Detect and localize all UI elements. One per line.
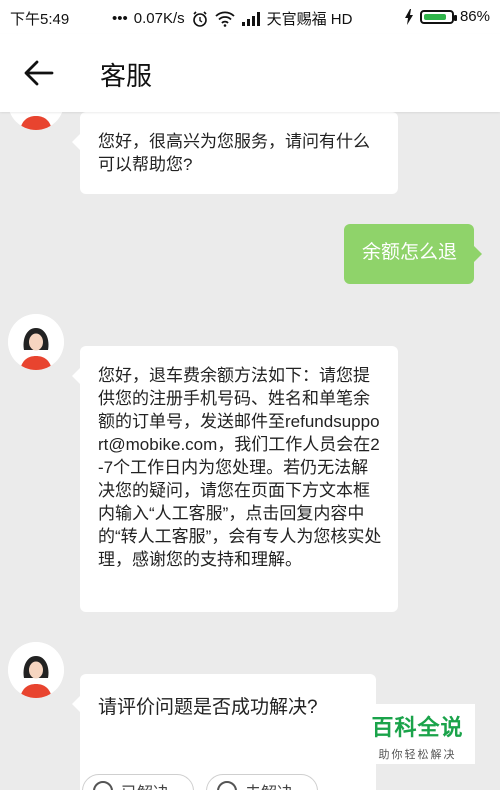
agent-message-text: 您好，退车费余额方法如下：请您提供您的注册手机号码、姓名和单笔余额的订单号，发送… bbox=[98, 366, 382, 569]
battery-percent: 86% bbox=[459, 8, 490, 25]
alarm-clock-icon bbox=[192, 10, 207, 27]
app-bar: 客服 bbox=[0, 34, 500, 112]
battery-level-fill bbox=[423, 13, 446, 20]
page-title: 客服 bbox=[100, 61, 153, 91]
user-message-text: 余额怎么退 bbox=[362, 242, 458, 263]
status-bar: 下午5:49 ••• 0.07K/s 天官赐福 HD 86% bbox=[0, 0, 500, 34]
battery-icon bbox=[419, 9, 457, 24]
resolved-button[interactable]: 已解决 bbox=[82, 774, 194, 790]
status-network-group: ••• 0.07K/s 天官赐福 HD bbox=[112, 8, 352, 29]
watermark-logo: 百科全说 助你轻松解决 bbox=[360, 704, 475, 764]
radio-circle-icon bbox=[93, 781, 113, 790]
agent-message-bubble: 您好，很高兴为您服务，请问有什么可以帮助您? bbox=[72, 112, 398, 194]
arrow-left-icon[interactable] bbox=[22, 56, 56, 90]
agent-avatar bbox=[8, 642, 64, 698]
agent-avatar bbox=[8, 314, 64, 370]
status-time: 下午5:49 bbox=[10, 11, 70, 28]
charging-bolt-icon bbox=[404, 8, 413, 25]
user-message-bubble: 余额怎么退 bbox=[344, 224, 482, 284]
agent-message-text: 请评价问题是否成功解决? bbox=[98, 697, 318, 718]
signal-bars-icon bbox=[241, 11, 260, 26]
wifi-icon bbox=[215, 11, 235, 27]
agent-avatar bbox=[8, 112, 64, 130]
chat-area[interactable]: 您好，很高兴为您服务，请问有什么可以帮助您? 余额怎么退 您好，退车费余额方法如… bbox=[0, 112, 500, 790]
agent-message-bubble: 您好，退车费余额方法如下：请您提供您的注册手机号码、姓名和单笔余额的订单号，发送… bbox=[72, 346, 398, 612]
resolved-label: 已解决 bbox=[121, 779, 169, 790]
network-speed: 0.07K/s bbox=[133, 10, 185, 27]
more-dots-icon: ••• bbox=[112, 10, 128, 27]
carrier-name: 天官赐福 HD bbox=[266, 11, 353, 28]
unresolved-label: 未解决 bbox=[245, 779, 293, 790]
status-battery-group: 86% bbox=[404, 8, 490, 25]
agent-message-text: 您好，很高兴为您服务，请问有什么可以帮助您? bbox=[98, 132, 370, 174]
radio-circle-icon bbox=[217, 781, 237, 790]
unresolved-button[interactable]: 未解决 bbox=[206, 774, 318, 790]
agent-message-bubble: 请评价问题是否成功解决? bbox=[72, 674, 376, 790]
watermark-subtitle: 助你轻松解决 bbox=[378, 749, 457, 761]
watermark-title: 百科全说 bbox=[371, 715, 464, 740]
